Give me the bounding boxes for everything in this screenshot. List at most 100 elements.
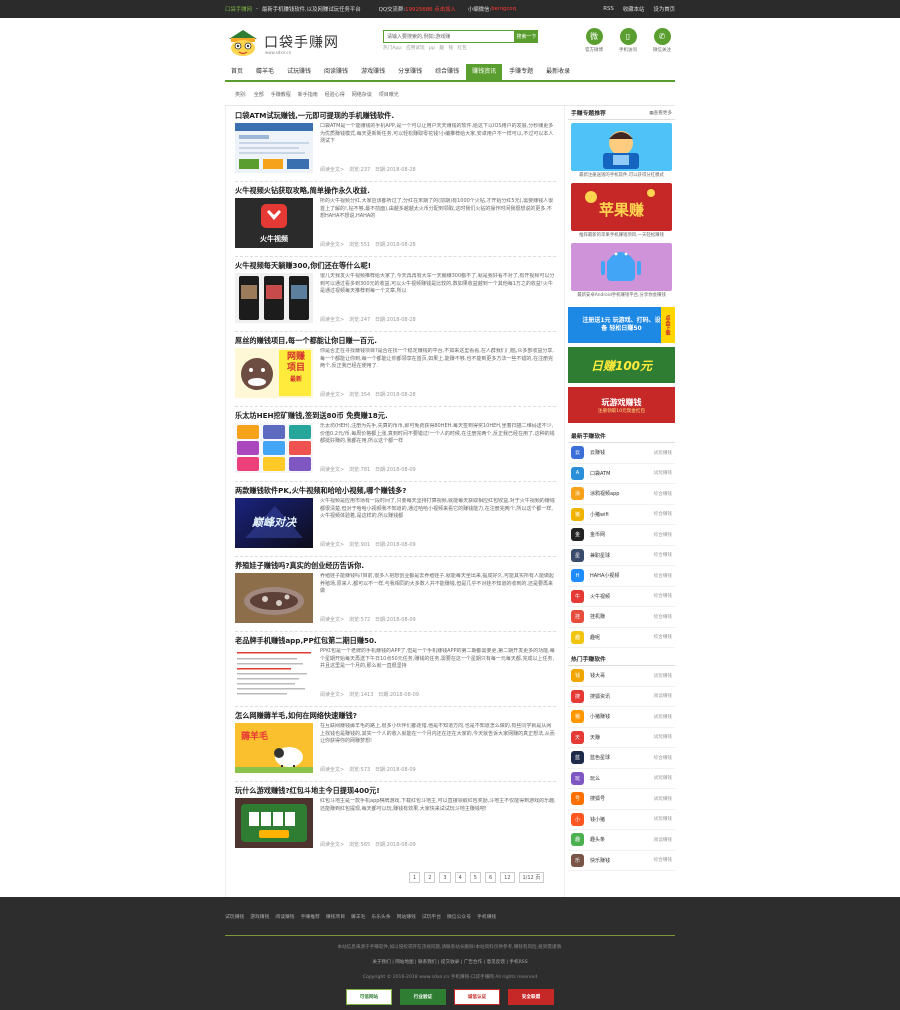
app-row[interactable]: 趣趣呢 综合赚钱 <box>568 628 675 648</box>
qq-group-link[interactable]: 19925686 点击加入 <box>405 5 456 13</box>
footer-link[interactable]: 手赚推荐 <box>301 913 320 920</box>
nav-item[interactable]: 手赚专题 <box>503 64 539 80</box>
nav-item-active[interactable]: 赚钱资讯 <box>466 64 503 80</box>
article-thumbnail[interactable] <box>235 423 313 473</box>
topic-promo[interactable]: 最新安卓Android手机赚钱平台,分享你会赚钱 <box>571 243 672 300</box>
category-item[interactable]: 经验心得 <box>325 91 345 98</box>
article-thumbnail[interactable] <box>235 798 313 848</box>
read-more-link[interactable]: 阅读全文> <box>320 167 344 173</box>
article-thumbnail[interactable] <box>235 573 313 623</box>
article-title[interactable]: 火牛视频每天躺赚300,你们还在等什么呢! <box>235 260 556 271</box>
footer-secondary-links[interactable]: 关于我们 | 网站地图 | 联系我们 | 提交收录 | 广告合作 | 意见反馈 … <box>0 959 900 965</box>
read-more-link[interactable]: 阅读全文> <box>320 692 344 698</box>
hot-search-item[interactable]: pp <box>429 46 435 51</box>
app-row[interactable]: 钱钱大哥 试玩赚钱 <box>568 666 675 687</box>
read-more-link[interactable]: 阅读全文> <box>320 392 344 398</box>
app-row[interactable]: 乐快乐赚钱 综合赚钱 <box>568 851 675 871</box>
read-more-link[interactable]: 阅读全文> <box>320 467 344 473</box>
nav-item[interactable]: 分享赚钱 <box>392 64 428 80</box>
footer-link[interactable]: 赚钱项目 <box>326 913 345 920</box>
app-row[interactable]: 云云赚钱 试玩赚钱 <box>568 443 675 464</box>
app-row[interactable]: A 口袋ATM 试玩赚钱 <box>568 464 675 484</box>
nav-item[interactable]: 最新收录 <box>540 64 576 80</box>
footer-link[interactable]: 阅读赚钱 <box>275 913 294 920</box>
app-row[interactable]: 挂挂机赚 综合赚钱 <box>568 607 675 628</box>
read-more-link[interactable]: 阅读全文> <box>320 242 344 248</box>
app-row[interactable]: 玩玩么 试玩赚钱 <box>568 769 675 789</box>
footer-link[interactable]: 网站赚钱 <box>397 913 416 920</box>
app-row[interactable]: 牛火牛视频 综合赚钱 <box>568 587 675 607</box>
page-link[interactable]: 3 <box>439 872 451 883</box>
trust-badge[interactable]: 诚信认证 <box>454 989 500 1005</box>
hot-search-item[interactable]: 钱 <box>448 46 453 51</box>
article-title[interactable]: 火牛视频火钻获取攻略,简单操作永久收益. <box>235 185 556 196</box>
page-link[interactable]: 2 <box>424 872 436 883</box>
trust-badge[interactable]: 可信网站 <box>346 989 392 1005</box>
weibo-link[interactable]: 微 官方微博 <box>581 28 607 53</box>
hot-search-item[interactable]: 红包 <box>458 46 467 51</box>
footer-link[interactable]: 手机赚钱 <box>477 913 496 920</box>
top-site-name[interactable]: 口袋手赚网 <box>225 5 252 13</box>
topic-promo[interactable]: 最新注册送钱的手机软件,可以获得分红模式 <box>571 123 672 180</box>
read-more-link[interactable]: 阅读全文> <box>320 617 344 623</box>
nav-item[interactable]: 综合赚钱 <box>429 64 465 80</box>
app-row[interactable]: 号搜狐号 试玩赚钱 <box>568 789 675 810</box>
article-title[interactable]: 老品牌手机赚钱app,PP红包第二期日赚50. <box>235 635 556 646</box>
article-thumbnail[interactable]: 网赚 项目 最新 <box>235 348 313 398</box>
hot-search-item[interactable]: 应用试玩 <box>406 46 424 51</box>
app-row[interactable]: 猪小猪wifi 综合赚钱 <box>568 505 675 525</box>
page-link[interactable]: 5 <box>469 872 481 883</box>
topic-more-link[interactable]: ▦查看更多 <box>649 110 672 116</box>
category-item[interactable]: 项目曝光 <box>379 91 399 98</box>
category-item[interactable]: 新手指南 <box>298 91 318 98</box>
read-more-link[interactable]: 阅读全文> <box>320 542 344 548</box>
nav-home[interactable]: 首页 <box>225 64 249 80</box>
bookmark-link[interactable]: 收藏本站 <box>623 5 645 13</box>
app-row[interactable]: 星兼职星球 综合赚钱 <box>568 546 675 566</box>
app-row[interactable]: 天天赚 试玩赚钱 <box>568 728 675 748</box>
app-row[interactable]: H HAHA小视频 综合赚钱 <box>568 566 675 587</box>
read-more-link[interactable]: 阅读全文> <box>320 317 344 323</box>
article-thumbnail[interactable] <box>235 648 313 698</box>
nav-item[interactable]: 试玩赚钱 <box>281 64 317 80</box>
article-title[interactable]: 乐太坊HEH挖矿赚钱,签到送80币 免费赚18元. <box>235 410 556 421</box>
footer-link[interactable]: 微信公众号 <box>447 913 471 920</box>
topic-promo[interactable]: 苹果赚 推荐最新的苹果手机赚钱项目,一天轻松赚钱 <box>571 183 672 240</box>
app-row[interactable]: 搜搜狐资讯 阅读赚钱 <box>568 687 675 707</box>
article-title[interactable]: 玩什么游戏赚钱?红包斗地主今日提现400元! <box>235 785 556 796</box>
search-button[interactable]: 搜索一下 <box>515 30 538 43</box>
wechat-link[interactable]: ✆ 微信关注 <box>649 28 675 53</box>
article-thumbnail[interactable]: 火牛视频 <box>235 198 313 248</box>
page-link[interactable]: 12 <box>500 872 515 883</box>
article-thumbnail[interactable] <box>235 273 313 323</box>
category-item[interactable]: 全部 <box>254 91 264 98</box>
nav-item[interactable]: 薅羊毛 <box>250 64 280 80</box>
app-row[interactable]: 趣趣头条 阅读赚钱 <box>568 830 675 851</box>
mobile-link[interactable]: ▯ 手机访问 <box>615 28 641 53</box>
footer-link[interactable]: 薅羊毛 <box>351 913 365 920</box>
nav-item[interactable]: 游戏赚钱 <box>355 64 391 80</box>
ad-banner[interactable]: 玩游戏赚钱 注册领取10元现金红包 <box>568 387 675 423</box>
footer-link[interactable]: 试玩赚钱 <box>225 913 244 920</box>
article-title[interactable]: 屌丝的赚钱项目,每一个都能让你日赚一百元. <box>235 335 556 346</box>
page-link[interactable]: 1 <box>409 872 421 883</box>
app-row[interactable]: 蓝蓝色星球 综合赚钱 <box>568 748 675 769</box>
nav-item[interactable]: 阅读赚钱 <box>318 64 354 80</box>
article-thumbnail[interactable] <box>235 123 313 173</box>
app-row[interactable]: 猪小猪赚钱 试玩赚钱 <box>568 707 675 728</box>
footer-link[interactable]: 试玩平台 <box>422 913 441 920</box>
app-row[interactable]: 小钱小猪 试玩赚钱 <box>568 810 675 830</box>
read-more-link[interactable]: 阅读全文> <box>320 767 344 773</box>
category-item[interactable]: 网络杂谈 <box>352 91 372 98</box>
set-homepage-link[interactable]: 设为首页 <box>653 5 675 13</box>
app-row[interactable]: 金金币网 综合赚钱 <box>568 525 675 546</box>
app-row[interactable]: 涂涂鸦视频app 综合赚钱 <box>568 484 675 505</box>
site-logo[interactable]: 口袋手赚网 www.sdxn.cn <box>225 26 385 58</box>
hot-search-item[interactable]: 趣 <box>439 46 444 51</box>
read-more-link[interactable]: 阅读全文> <box>320 842 344 848</box>
ad-banner[interactable]: 日赚100元 <box>568 347 675 383</box>
page-link[interactable]: 6 <box>484 872 497 883</box>
footer-link[interactable]: 游戏赚钱 <box>250 913 269 920</box>
article-title[interactable]: 口袋ATM试玩赚钱,一元即可提现的手机赚钱软件. <box>235 110 556 121</box>
trust-badge[interactable]: 安全联盟 <box>508 989 554 1005</box>
